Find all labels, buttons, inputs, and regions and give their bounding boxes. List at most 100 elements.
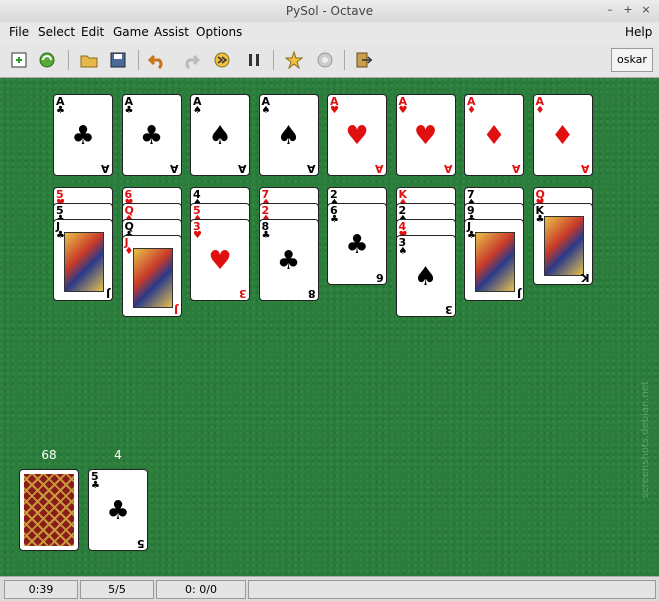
card-rank-bottom: A	[443, 162, 453, 175]
card-suit: ♣	[91, 480, 100, 491]
toolbar-separator	[68, 50, 69, 70]
card-suit: ♣	[261, 230, 271, 241]
suit-icon: ♠	[413, 262, 438, 292]
club-icon: ♣	[106, 496, 130, 526]
suit-icon: ♦	[550, 121, 575, 151]
maximize-button[interactable]: +	[621, 3, 635, 17]
minimize-button[interactable]: –	[603, 3, 617, 17]
waste-card[interactable]: 5 ♣ ♣ 5	[88, 469, 148, 551]
card-rank-bottom: K	[580, 271, 590, 284]
card-suit: ♥	[330, 105, 339, 116]
menu-help[interactable]: Help	[625, 25, 652, 39]
player-name-field[interactable]: oskar	[611, 48, 653, 72]
toolbar: oskar	[0, 43, 659, 78]
card-rank-bottom: A	[375, 162, 384, 175]
card-suit: ♣	[124, 105, 134, 116]
tableau-card[interactable]: J ♣ J	[53, 219, 113, 301]
open-folder-icon[interactable]	[77, 49, 101, 71]
tableau-card[interactable]: 8 ♣ ♣ 8	[258, 219, 319, 301]
waste-count: 4	[114, 448, 122, 462]
menu-assist[interactable]: Assist	[154, 25, 189, 39]
stock-count: 68	[41, 448, 57, 462]
foundation-card[interactable]: A ♦ ♦ A	[464, 94, 524, 176]
menu-game[interactable]: Game	[113, 25, 149, 39]
watermark: screenshots.debian.net	[640, 381, 651, 498]
quit-icon[interactable]	[352, 49, 376, 71]
rules-icon[interactable]	[313, 49, 337, 71]
suit-icon: ♥	[413, 121, 438, 151]
tableau-card[interactable]: 3 ♥ ♥ 3	[190, 219, 250, 301]
menu-options[interactable]: Options	[196, 25, 242, 39]
suit-icon: ♦	[482, 121, 506, 151]
statistics-icon[interactable]	[282, 49, 306, 71]
menu-file[interactable]: File	[9, 25, 29, 39]
foundation-card[interactable]: A ♦ ♦ A	[532, 94, 593, 176]
foundation-card[interactable]: A ♠ ♠ A	[190, 94, 250, 176]
tableau-card[interactable]: K ♣ K	[532, 203, 593, 285]
foundation-card[interactable]: A ♣ ♣ A	[53, 94, 113, 176]
card-rank-bottom: A	[306, 162, 316, 175]
card-rank-bottom: J	[105, 287, 110, 300]
card-rank-bottom: A	[101, 162, 110, 175]
suit-icon: ♣	[139, 121, 164, 151]
card-rank-bottom: J	[174, 303, 179, 316]
foundation-card[interactable]: A ♥ ♥ A	[327, 94, 387, 176]
foundation-card[interactable]: A ♠ ♠ A	[258, 94, 319, 176]
card-back-pattern	[24, 474, 74, 546]
pause-icon[interactable]	[242, 49, 266, 71]
card-suit: ♠	[398, 246, 408, 257]
tableau-card[interactable]: J ♦ J	[121, 235, 182, 317]
tableau-card[interactable]: J ♣ J	[464, 219, 524, 301]
card-rank-bottom: 3	[239, 287, 247, 300]
court-card-image	[475, 232, 515, 292]
status-time: 0:39	[4, 580, 78, 599]
menu-edit[interactable]: Edit	[81, 25, 104, 39]
window-title: PySol - Octave	[285, 4, 374, 18]
card-suit: ♥	[398, 105, 408, 116]
tableau-card[interactable]: 3 ♠ ♠ 3	[395, 235, 456, 317]
suit-icon: ♣	[276, 246, 301, 276]
suit-icon: ♠	[276, 121, 301, 151]
foundation-card[interactable]: A ♥ ♥ A	[395, 94, 456, 176]
card-rank-bottom: J	[516, 287, 521, 300]
new-game-icon[interactable]	[7, 49, 31, 71]
suit-icon: ♣	[71, 121, 95, 151]
card-suit: ♣	[56, 105, 65, 116]
foundation-card[interactable]: A ♣ ♣ A	[121, 94, 182, 176]
status-moves: 5/5	[80, 580, 154, 599]
stock-pile[interactable]	[19, 469, 79, 551]
card-suit: ♠	[193, 105, 202, 116]
suit-icon: ♣	[345, 230, 369, 260]
suit-icon: ♥	[345, 121, 369, 151]
card-suit: ♥	[193, 230, 202, 241]
card-rank-bottom: 5	[137, 537, 145, 550]
court-card-image	[543, 216, 584, 276]
status-score: 0: 0/0	[156, 580, 246, 599]
court-card-image	[64, 232, 104, 292]
title-bar: PySol - Octave – + ×	[0, 0, 659, 23]
court-card-image	[132, 248, 173, 308]
card-rank-bottom: A	[238, 162, 247, 175]
status-message	[248, 580, 656, 599]
redo-icon[interactable]	[178, 49, 202, 71]
card-suit: ♠	[261, 105, 271, 116]
toolbar-separator	[138, 50, 139, 70]
close-button[interactable]: ×	[639, 3, 653, 17]
restart-icon[interactable]	[35, 49, 59, 71]
card-suit: ♦	[535, 105, 545, 116]
card-suit: ♦	[467, 105, 476, 116]
card-suit: ♣	[330, 214, 339, 225]
menu-select[interactable]: Select	[38, 25, 75, 39]
toolbar-separator	[273, 50, 274, 70]
suit-icon: ♥	[208, 246, 232, 276]
card-rank-bottom: A	[512, 162, 521, 175]
card-rank-bottom: A	[580, 162, 590, 175]
status-bar: 0:39 5/5 0: 0/0	[0, 576, 659, 601]
autodrop-icon[interactable]	[210, 49, 234, 71]
undo-icon[interactable]	[146, 49, 170, 71]
card-rank-bottom: 8	[307, 287, 316, 300]
game-table: A♣♣AA♣♣AA♠♠AA♠♠AA♥♥AA♥♥AA♦♦AA♦♦A 5♥♥55♣♣…	[0, 78, 659, 576]
menu-bar: File Select Edit Game Assist Options Hel…	[0, 22, 659, 43]
save-icon[interactable]	[106, 49, 130, 71]
tableau-card[interactable]: 6 ♣ ♣ 6	[327, 203, 387, 285]
